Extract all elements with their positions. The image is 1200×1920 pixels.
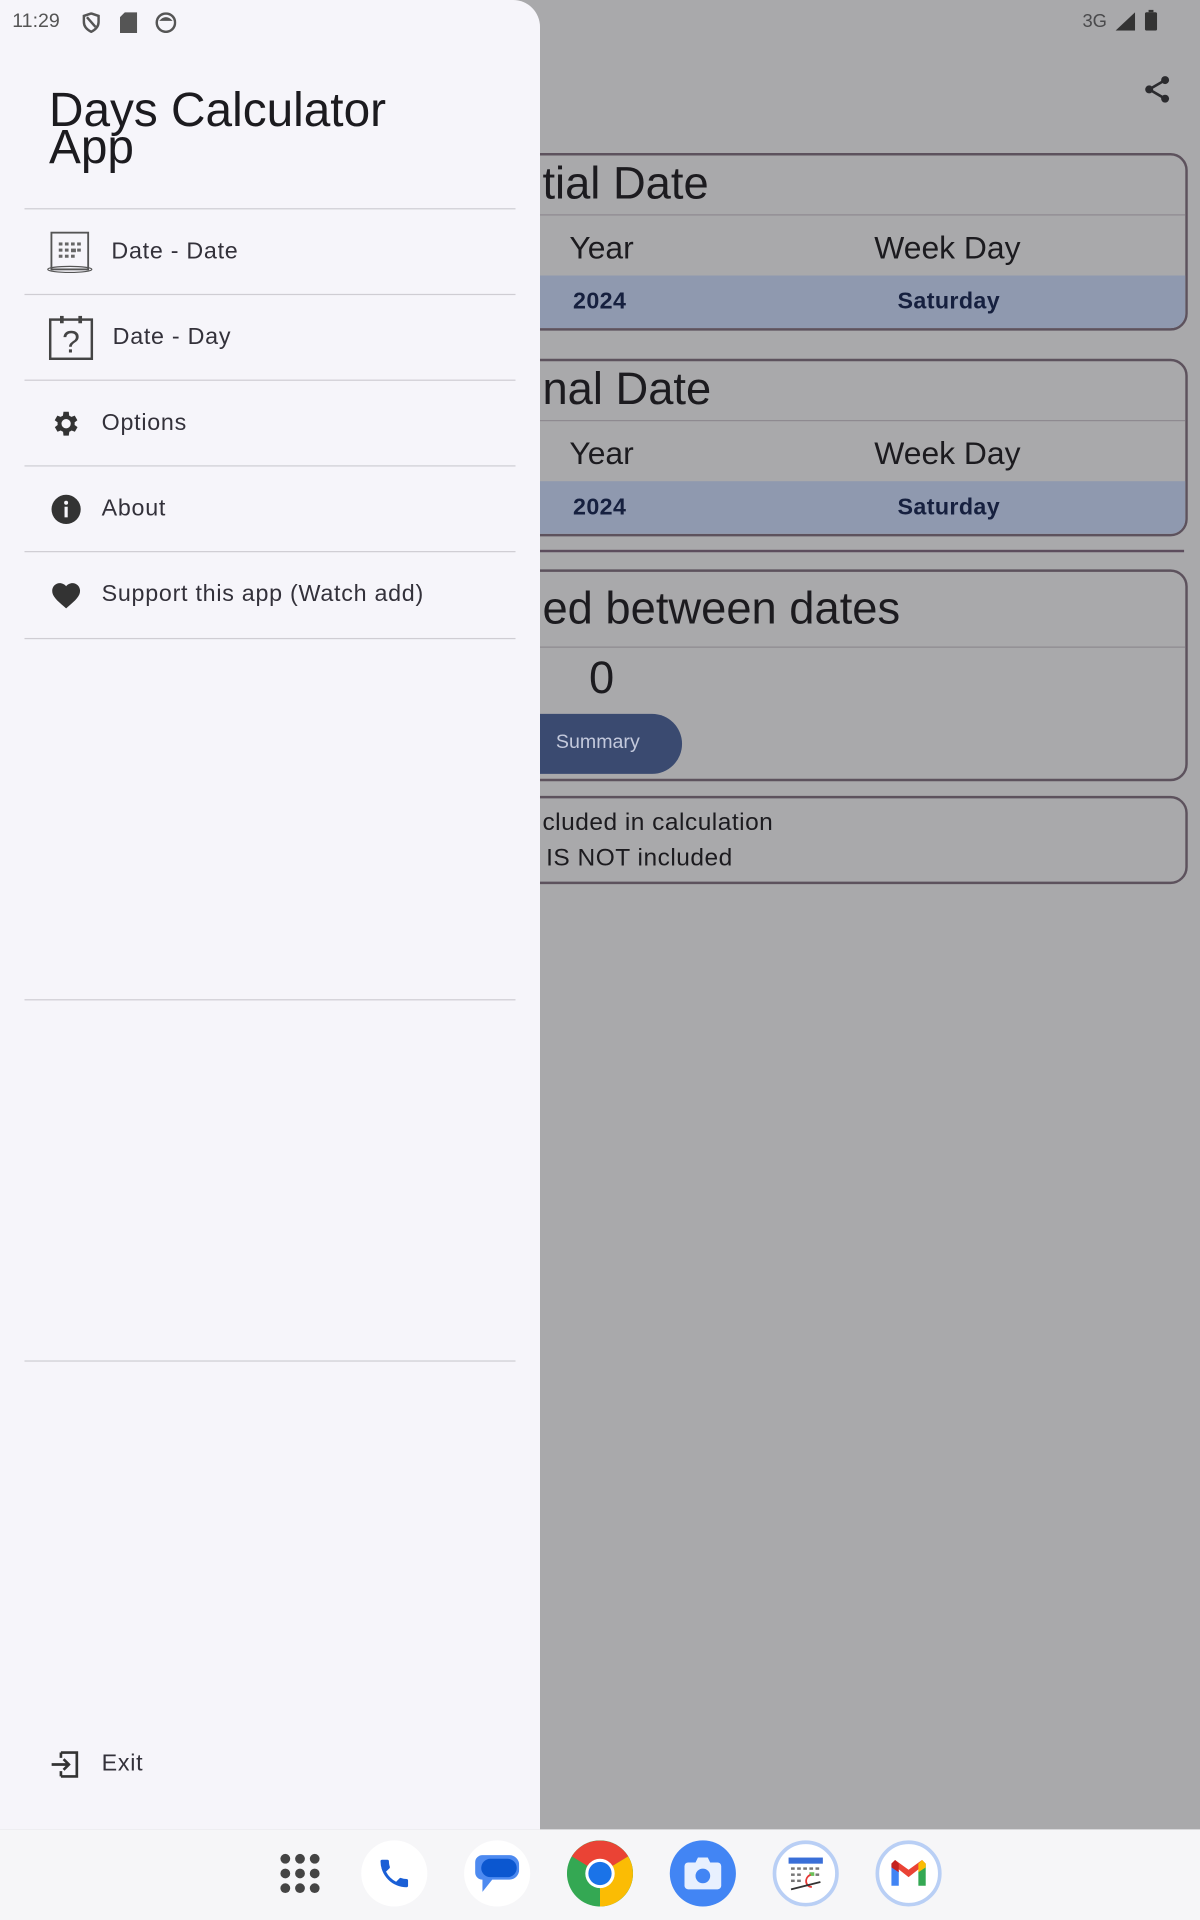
initial-date-title: tial Date bbox=[542, 157, 709, 209]
calendar-question-icon: ? bbox=[48, 315, 94, 360]
days-between-value: 0 bbox=[588, 652, 615, 703]
info-icon bbox=[51, 494, 81, 524]
chrome-app[interactable] bbox=[566, 1840, 634, 1907]
summary-label: Summary bbox=[555, 732, 640, 754]
year-label: Year bbox=[569, 434, 634, 472]
drawer-item-date-day[interactable]: ? Date - Day bbox=[24, 295, 515, 379]
heart-icon bbox=[52, 582, 81, 608]
battery-icon bbox=[1144, 9, 1158, 31]
camera-icon bbox=[684, 1857, 722, 1890]
calculation-note-card: cluded in calculation IS NOT included bbox=[489, 795, 1188, 885]
chrome-icon bbox=[566, 1840, 634, 1907]
signal-icon bbox=[1115, 12, 1136, 31]
note-line-1: cluded in calculation bbox=[542, 809, 774, 837]
calendar-app[interactable] bbox=[772, 1840, 839, 1907]
camera-app[interactable] bbox=[669, 1840, 736, 1907]
shield-icon bbox=[82, 12, 100, 34]
app-drawer-icon bbox=[280, 1853, 320, 1894]
year-value: 2024 bbox=[573, 288, 627, 315]
share-button[interactable] bbox=[1141, 73, 1173, 105]
calendar-grid-icon bbox=[47, 231, 93, 273]
initial-date-row[interactable]: 2024 Saturday bbox=[492, 275, 1186, 329]
days-between-card: ed between dates 0 Summary bbox=[489, 569, 1188, 782]
divider bbox=[24, 1360, 516, 1362]
days-between-title: ed between dates bbox=[542, 582, 901, 634]
phone-app[interactable] bbox=[361, 1840, 428, 1907]
drawer-item-label: About bbox=[101, 495, 167, 522]
card-divider bbox=[492, 214, 1186, 216]
gmail-icon bbox=[891, 1860, 926, 1886]
messages-icon bbox=[475, 1855, 520, 1892]
messages-app[interactable] bbox=[464, 1840, 531, 1907]
drawer-item-date-date[interactable]: Date - Date bbox=[24, 209, 515, 293]
gmail-app[interactable] bbox=[875, 1840, 942, 1907]
year-label: Year bbox=[569, 228, 634, 266]
network-type: 3G bbox=[1082, 11, 1107, 32]
exit-icon bbox=[51, 1750, 79, 1778]
drawer-item-label: Support this app (Watch add) bbox=[101, 581, 424, 607]
section-divider bbox=[489, 549, 1185, 553]
drawer-item-options[interactable]: Options bbox=[24, 381, 515, 465]
drawer-item-support[interactable]: Support this app (Watch add) bbox=[24, 552, 515, 636]
sd-card-icon bbox=[120, 12, 138, 34]
gear-icon bbox=[54, 411, 78, 436]
final-date-title: nal Date bbox=[542, 363, 712, 414]
card-divider bbox=[492, 646, 1186, 648]
weekday-label: Week Day bbox=[874, 228, 1021, 266]
final-date-row[interactable]: 2024 Saturday bbox=[492, 481, 1186, 534]
drawer-item-label: Date - Date bbox=[111, 238, 239, 264]
svg-text:?: ? bbox=[62, 323, 80, 359]
status-time: 11:29 bbox=[12, 11, 60, 32]
weekday-value: Saturday bbox=[897, 288, 1001, 315]
divider bbox=[24, 999, 516, 1001]
drawer-item-label: Date - Day bbox=[112, 323, 232, 350]
weekday-label: Week Day bbox=[874, 434, 1021, 472]
exit-label: Exit bbox=[101, 1750, 144, 1777]
calendar-app-icon bbox=[788, 1857, 823, 1891]
drawer-item-label: Options bbox=[101, 409, 187, 436]
year-value: 2024 bbox=[573, 494, 627, 521]
weekday-value: Saturday bbox=[897, 494, 1001, 521]
initial-date-card: tial Date Year Week Day 2024 Saturday bbox=[489, 153, 1188, 331]
drawer-title: Days Calculator App bbox=[48, 84, 387, 174]
screen: 3G tial Date Year Week Day 2024 Saturday… bbox=[0, 0, 1200, 1920]
taskbar bbox=[0, 1829, 1200, 1920]
drawer-item-exit[interactable]: Exit bbox=[24, 1722, 515, 1806]
app-drawer-button[interactable] bbox=[267, 1840, 333, 1906]
navigation-drawer: 11:29 Days Calculator App Date - Date ? … bbox=[0, 0, 541, 1830]
drawer-item-about[interactable]: About bbox=[24, 467, 515, 551]
face-icon bbox=[155, 12, 177, 34]
phone-icon bbox=[380, 1859, 409, 1888]
card-divider bbox=[492, 420, 1186, 422]
share-icon bbox=[1145, 76, 1170, 103]
divider bbox=[24, 637, 516, 640]
note-line-2: IS NOT included bbox=[546, 844, 733, 872]
final-date-card: nal Date Year Week Day 2024 Saturday bbox=[489, 358, 1188, 537]
